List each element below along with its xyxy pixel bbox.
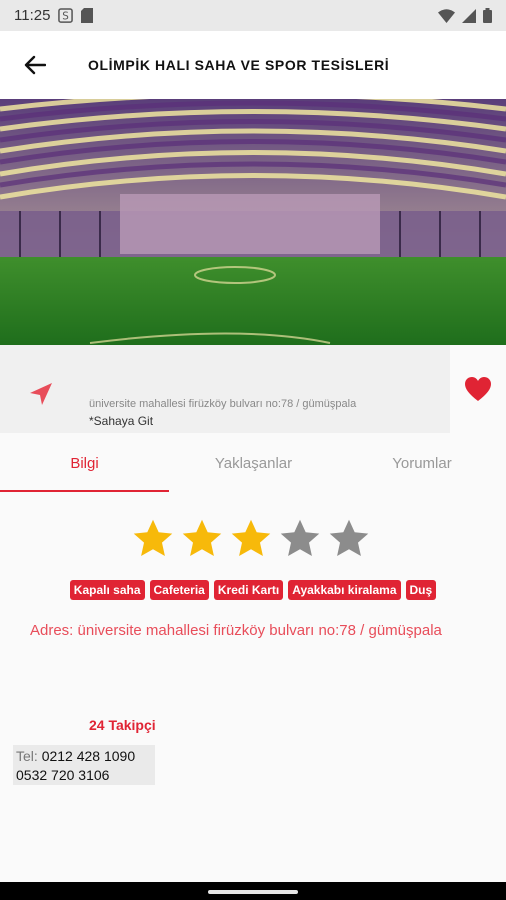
system-nav-bar [0, 882, 506, 900]
sd-card-icon [81, 8, 94, 23]
tab-bar: Bilgi Yaklaşanlar Yorumlar [0, 433, 506, 493]
followers-count: 24 Takipçi [89, 717, 156, 733]
tab-yaklasanlar[interactable]: Yaklaşanlar [169, 433, 338, 493]
feature-chip: Kapalı saha [69, 580, 145, 600]
status-time: 11:25 [14, 7, 51, 24]
directions-button[interactable] [28, 381, 54, 412]
phone-box: Tel: 0212 428 1090 0532 720 3106 [13, 745, 155, 785]
arrow-left-icon [24, 55, 46, 75]
star-empty-icon [280, 519, 320, 557]
star-filled-icon [182, 519, 222, 557]
navigation-arrow-icon [30, 383, 52, 405]
signal-icon [462, 8, 476, 23]
facility-address: Adres: üniversite mahallesi firüzköy bul… [30, 622, 442, 639]
rating-stars [130, 517, 372, 561]
svg-text:S: S [63, 10, 70, 22]
star-filled-icon [133, 519, 173, 557]
facility-address-short: üniversite mahallesi firüzköy bulvarı no… [89, 398, 357, 410]
go-to-field-link[interactable]: *Sahaya Git [89, 414, 153, 428]
wifi-icon [438, 8, 455, 23]
heart-icon [465, 377, 491, 401]
feature-chip: Kredi Kartı [213, 580, 284, 600]
tab-bilgi[interactable]: Bilgi [0, 433, 169, 493]
favorite-button[interactable] [464, 376, 492, 407]
page-title: OLİMPİK HALI SAHA VE SPOR TESİSLERİ [88, 57, 390, 73]
sync-icon: S [58, 8, 74, 23]
facility-info-card: 24 Takipçi üniversite mahallesi firüzköy… [0, 345, 450, 733]
tab-yorumlar[interactable]: Yorumlar [338, 433, 506, 493]
phone-label: Tel: [16, 748, 38, 764]
star-filled-icon [231, 519, 271, 557]
facility-photo [0, 99, 506, 345]
feature-chip: Cafeteria [149, 580, 209, 600]
status-bar: 11:25 S [0, 0, 506, 31]
app-bar: OLİMPİK HALI SAHA VE SPOR TESİSLERİ [0, 31, 506, 99]
feature-chip: Duş [405, 580, 437, 600]
feature-chip: Ayakkabı kiralama [288, 580, 401, 600]
phone-number-1[interactable]: 0212 428 1090 [42, 748, 135, 764]
feature-list: Kapalı saha Cafeteria Kredi Kartı Ayakka… [0, 580, 506, 600]
back-button[interactable] [0, 31, 70, 99]
star-empty-icon [329, 519, 369, 557]
battery-icon [483, 8, 492, 23]
phone-number-2[interactable]: 0532 720 3106 [16, 766, 152, 785]
home-gesture-handle[interactable] [208, 890, 298, 894]
active-tab-indicator [0, 490, 169, 492]
